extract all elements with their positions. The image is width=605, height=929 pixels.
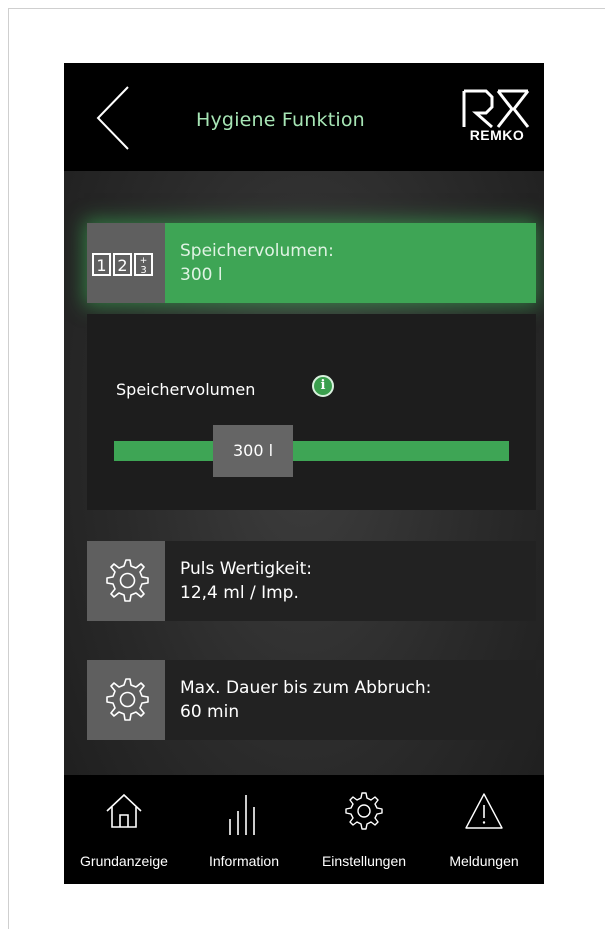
nav-label: Einstellungen (321, 853, 407, 869)
warning-icon (465, 793, 503, 829)
nav-item-meldungen[interactable]: Meldungen (424, 775, 544, 884)
bottom-nav: Grundanzeige Information Einstellungen M… (64, 775, 544, 884)
page-title: Hygiene Funktion (196, 109, 365, 131)
logo-text: REMKO (469, 127, 525, 143)
slider-thumb[interactable]: 300 l (213, 425, 293, 477)
card-value: 60 min (180, 702, 240, 722)
card-label: Max. Dauer bis zum Abbruch: (180, 678, 432, 698)
card-icon-box: 1 2 + 3 (87, 223, 165, 303)
header-bar: Hygiene Funktion REMKO (64, 63, 544, 171)
bars-icon (229, 795, 255, 835)
puls-wertigkeit-card[interactable]: Puls Wertigkeit: 12,4 ml / Imp. (87, 541, 536, 621)
nav-label: Information (208, 853, 280, 869)
speichervolumen-card[interactable]: 1 2 + 3 Speichervolumen: 300 l (87, 223, 536, 303)
slider-panel: Speichervolumen i 300 l (87, 314, 536, 510)
chevron-left-icon[interactable] (94, 83, 134, 153)
max-dauer-card[interactable]: Max. Dauer bis zum Abbruch: 60 min (87, 660, 536, 740)
app-screen: Hygiene Funktion REMKO 1 2 + 3 Speicherv… (64, 63, 544, 884)
numeric-keypad-icon: 1 2 + 3 (92, 253, 153, 276)
nav-label: Meldungen (449, 853, 519, 869)
card-label: Puls Wertigkeit: (180, 559, 312, 579)
card-value: 300 l (180, 265, 223, 285)
info-icon[interactable]: i (312, 375, 334, 397)
card-value: 12,4 ml / Imp. (180, 583, 299, 603)
slider-label: Speichervolumen (116, 380, 256, 399)
card-icon-box (87, 660, 165, 740)
gear-icon (106, 559, 149, 602)
nav-item-einstellungen[interactable]: Einstellungen (304, 775, 424, 884)
nav-label: Grundanzeige (80, 853, 168, 869)
card-icon-box (87, 541, 165, 621)
nav-item-information[interactable]: Information (184, 775, 304, 884)
card-label: Speichervolumen: (180, 241, 334, 261)
svg-text:2: 2 (117, 256, 127, 275)
svg-text:1: 1 (96, 256, 106, 275)
gear-icon (106, 678, 149, 721)
nav-item-grundanzeige[interactable]: Grundanzeige (64, 775, 184, 884)
gear-icon (345, 792, 383, 830)
home-icon (106, 793, 142, 828)
svg-text:3: 3 (140, 265, 146, 276)
slider-track[interactable] (114, 441, 509, 461)
